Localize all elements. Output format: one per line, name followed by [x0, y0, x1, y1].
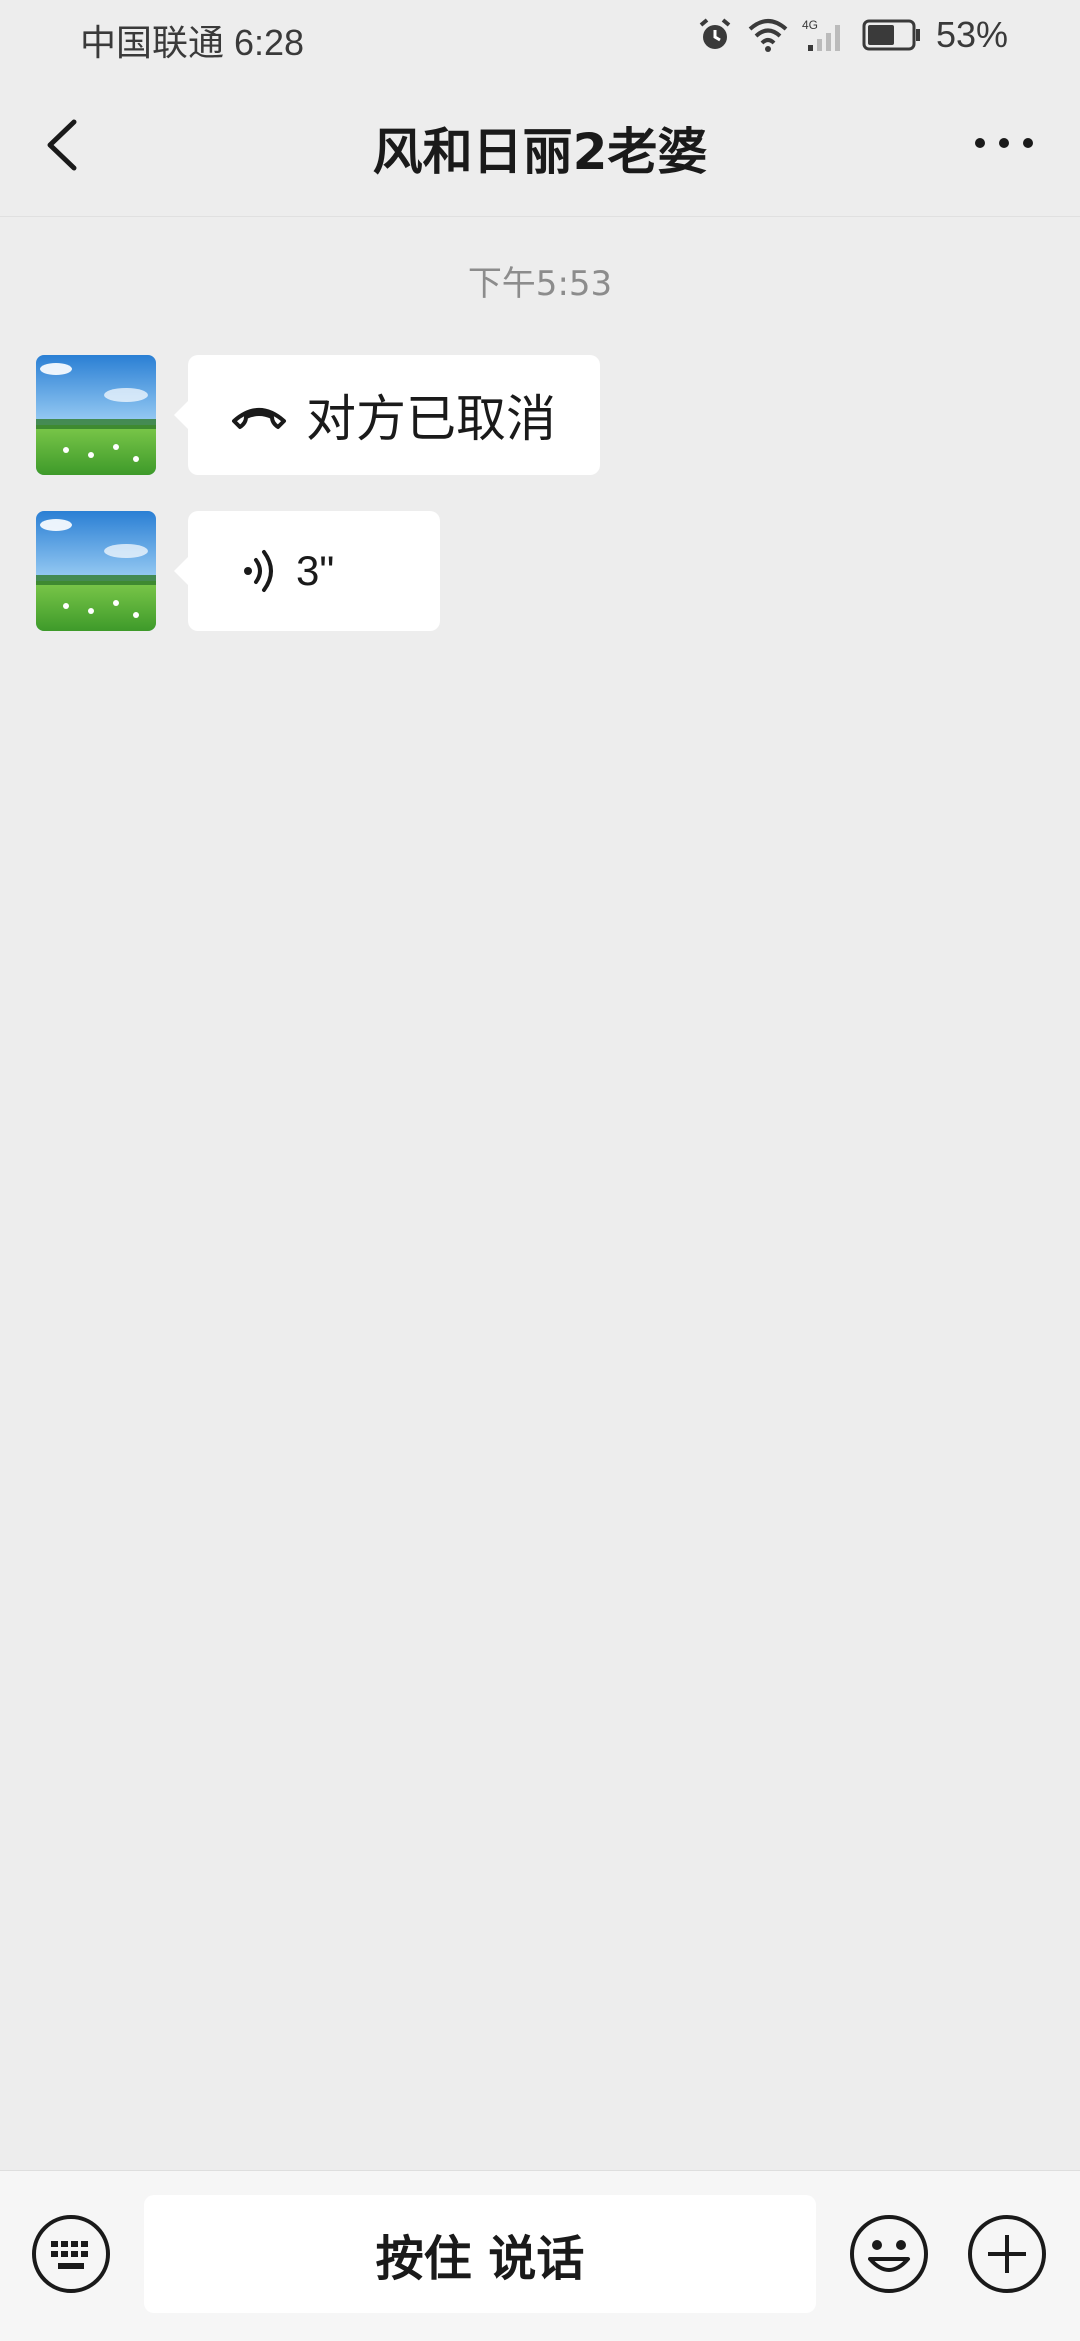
avatar[interactable] — [36, 355, 156, 475]
more-dots-icon — [975, 138, 1033, 148]
chat-timestamp: 下午5:53 — [467, 264, 613, 304]
keyboard-icon — [32, 2215, 110, 2293]
more-functions-button[interactable] — [966, 2213, 1048, 2295]
input-bar: 按住 说话 — [0, 2170, 1080, 2341]
avatar-landscape-image — [36, 511, 156, 631]
alarm-icon — [699, 18, 731, 49]
avatar-landscape-image — [36, 355, 156, 475]
carrier-time: 中国联通 6:28 — [80, 22, 305, 63]
more-options-button[interactable] — [964, 118, 1044, 168]
wifi-icon — [748, 19, 788, 52]
hangup-phone-icon — [232, 408, 286, 429]
chat-title: 风和日丽2老婆 — [372, 123, 708, 181]
call-status-text: 对方已取消 — [306, 390, 556, 448]
emoji-icon — [850, 2215, 928, 2293]
keyboard-toggle-button[interactable] — [30, 2213, 112, 2295]
svg-text:4G: 4G — [802, 18, 818, 32]
voice-message-bubble[interactable]: 3" — [174, 511, 440, 631]
voice-wave-icon — [244, 550, 273, 592]
emoji-button[interactable] — [848, 2213, 930, 2295]
nav-bar: 风和日丽2老婆 — [0, 72, 1080, 217]
status-icons: 4G 53% — [696, 14, 1008, 56]
status-bar: 中国联通 6:28 4G 53% — [0, 0, 1080, 72]
signal-4g-icon: 4G — [802, 18, 840, 51]
voice-duration: 3" — [296, 547, 335, 594]
call-message-bubble[interactable]: 对方已取消 — [174, 355, 600, 475]
battery-icon — [862, 19, 920, 51]
battery-percent: 53% — [935, 14, 1008, 55]
plus-icon — [968, 2215, 1046, 2293]
avatar[interactable] — [36, 511, 156, 631]
hold-to-talk-button[interactable]: 按住 说话 — [144, 2195, 816, 2313]
